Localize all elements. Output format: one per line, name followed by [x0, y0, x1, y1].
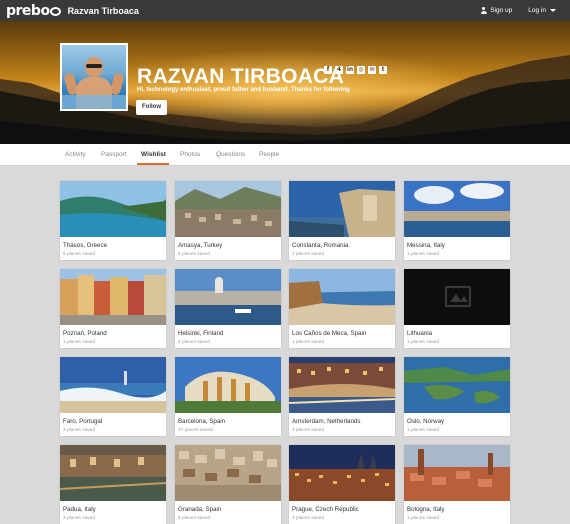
card-saved-count: 1 places saved: [407, 252, 439, 257]
card-place: Prague, Czech Republic: [292, 506, 359, 513]
card-place: Amsterdam, Netherlands: [292, 418, 361, 425]
tab-activity[interactable]: Activity: [65, 151, 86, 158]
wishlist-card-padua[interactable]: Padua, Italy 3 places saved: [60, 445, 166, 524]
card-place: Constanta, Romania: [292, 242, 349, 249]
card-saved-count: 2 places saved: [292, 252, 324, 257]
email-icon[interactable]: ✉: [368, 66, 376, 74]
place-photo: [175, 269, 281, 325]
card-place: Poznań, Poland: [63, 330, 107, 337]
twitter-icon[interactable]: t: [379, 66, 387, 74]
place-photo: [289, 269, 395, 325]
active-tab-indicator: [137, 163, 169, 165]
place-photo: [289, 181, 395, 237]
wishlist-card-prague[interactable]: Prague, Czech Republic 3 places saved: [289, 445, 395, 524]
wishlist-card-amsterdam[interactable]: Amsterdam, Netherlands 3 places saved: [289, 357, 395, 436]
card-saved-count: 1 places saved: [407, 340, 439, 345]
header-user-name[interactable]: Razvan Tirboaca: [68, 6, 139, 16]
profile-name: RAZVAN TIRBOACA: [137, 65, 345, 88]
card-place: Los Caños de Meca, Spain: [292, 330, 367, 337]
wishlist-card-faro[interactable]: Faro, Portugal 3 places saved: [60, 357, 166, 436]
profile-bio: Hi, technology enthusiast, proud father …: [137, 87, 350, 93]
wishlist-card-helsinki[interactable]: Helsinki, Finland 2 places saved: [175, 269, 281, 348]
card-place: Barcelona, Spain: [178, 418, 226, 425]
wishlist-card-bologna[interactable]: Bologna, Italy 1 places saved: [404, 445, 510, 524]
card-saved-count: 27 places saved: [178, 428, 213, 433]
photo-placeholder: [404, 269, 510, 325]
profile-avatar[interactable]: [60, 43, 128, 111]
signup-link[interactable]: Sign up: [480, 7, 512, 14]
place-photo: [60, 445, 166, 501]
linkedin-icon[interactable]: in: [346, 66, 354, 74]
card-place: Amasya, Turkey: [178, 242, 223, 249]
login-label: Log in: [528, 7, 546, 14]
card-saved-count: 8 places saved: [178, 516, 210, 521]
facebook-icon[interactable]: f: [324, 66, 332, 74]
place-photo: [60, 181, 166, 237]
place-photo: [404, 445, 510, 501]
card-place: Lithuania: [407, 330, 433, 337]
image-placeholder-icon: [445, 286, 471, 307]
card-saved-count: 3 places saved: [292, 516, 324, 521]
wishlist-card-lithuania[interactable]: Lithuania 1 places saved: [404, 269, 510, 348]
follow-button[interactable]: Follow: [136, 100, 167, 115]
tab-passport[interactable]: Passport: [101, 151, 127, 158]
person-icon: [480, 7, 487, 14]
top-navigation-bar: prebo Razvan Tirboaca Sign up Log in: [0, 0, 570, 21]
card-place: Messina, Italy: [407, 242, 445, 249]
login-dropdown[interactable]: Log in: [528, 7, 556, 14]
card-saved-count: 3 places saved: [292, 428, 324, 433]
card-saved-count: 3 places saved: [63, 516, 95, 521]
place-photo: [60, 357, 166, 413]
profile-cover: RAZVAN TIRBOACA f 4 in ◎ ✉ t Hi, technol…: [0, 21, 570, 144]
tab-people[interactable]: People: [259, 151, 279, 158]
wishlist-card-poznan[interactable]: Poznań, Poland 1 places saved: [60, 269, 166, 348]
card-saved-count: 1 places saved: [292, 340, 324, 345]
card-saved-count: 5 places saved: [63, 252, 95, 257]
wishlist-card-barcelona[interactable]: Barcelona, Spain 27 places saved: [175, 357, 281, 436]
wishlist-card-messina[interactable]: Messina, Italy 1 places saved: [404, 181, 510, 260]
card-place: Thásos, Greece: [63, 242, 108, 249]
signup-label: Sign up: [490, 7, 513, 14]
place-photo: [404, 357, 510, 413]
card-place: Oslo, Norway: [407, 418, 445, 425]
place-photo: [289, 357, 395, 413]
card-place: Bologna, Italy: [407, 506, 445, 513]
card-saved-count: 1 places saved: [407, 428, 439, 433]
wishlist-card-constanta[interactable]: Constanta, Romania 2 places saved: [289, 181, 395, 260]
place-photo: [175, 445, 281, 501]
place-photo: [175, 181, 281, 237]
place-photo: [60, 269, 166, 325]
card-saved-count: 2 places saved: [178, 340, 210, 345]
instagram-icon[interactable]: ◎: [357, 66, 365, 74]
tab-wishlist[interactable]: Wishlist: [141, 151, 166, 158]
wishlist-card-thasos[interactable]: Thásos, Greece 5 places saved: [60, 181, 166, 260]
social-links: f 4 in ◎ ✉ t: [324, 66, 387, 74]
wishlist-card-los-canos[interactable]: Los Caños de Meca, Spain 1 places saved: [289, 269, 395, 348]
card-saved-count: 1 places saved: [63, 340, 95, 345]
tab-photos[interactable]: Photos: [180, 151, 200, 158]
place-photo: [175, 357, 281, 413]
wishlist-card-amasya[interactable]: Amasya, Turkey 5 places saved: [175, 181, 281, 260]
tab-questions[interactable]: Questions: [216, 151, 245, 158]
foursquare-icon[interactable]: 4: [335, 66, 343, 74]
place-photo: [404, 181, 510, 237]
card-place: Padua, Italy: [63, 506, 96, 513]
wishlist-card-granada[interactable]: Granada, Spain 8 places saved: [175, 445, 281, 524]
card-saved-count: 5 places saved: [178, 252, 210, 257]
profile-tabs: Activity Passport Wishlist Photos Questi…: [0, 144, 570, 166]
place-photo: [289, 445, 395, 501]
card-saved-count: 3 places saved: [63, 428, 95, 433]
card-place: Granada, Spain: [178, 506, 222, 513]
card-place: Helsinki, Finland: [178, 330, 224, 337]
prebo-logo[interactable]: prebo: [6, 3, 61, 19]
card-saved-count: 1 places saved: [407, 516, 439, 521]
chevron-down-icon: [550, 9, 556, 12]
card-place: Faro, Portugal: [63, 418, 103, 425]
wishlist-card-oslo[interactable]: Oslo, Norway 1 places saved: [404, 357, 510, 436]
